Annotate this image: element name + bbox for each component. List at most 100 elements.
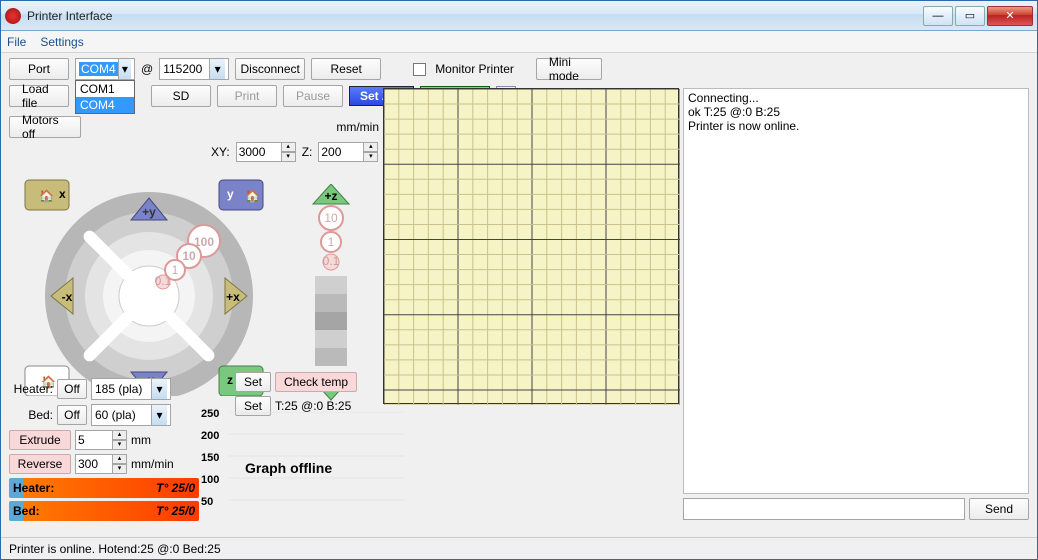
reverse-speed-input[interactable] bbox=[75, 454, 113, 474]
svg-text:-x: -x bbox=[62, 290, 73, 304]
svg-text:0.1: 0.1 bbox=[155, 274, 172, 288]
port-combo[interactable]: COM4 ▾ COM1 COM4 bbox=[75, 58, 135, 80]
bed-label: Bed: bbox=[9, 408, 53, 422]
svg-text:🏠: 🏠 bbox=[245, 189, 260, 203]
bed-temp-bar: Bed: T° 25/0 bbox=[9, 501, 199, 521]
home-y-button[interactable]: y🏠 bbox=[219, 180, 263, 210]
reset-button[interactable]: Reset bbox=[311, 58, 381, 80]
send-button[interactable]: Send bbox=[969, 498, 1029, 520]
minimize-button[interactable]: — bbox=[923, 6, 953, 26]
pause-button[interactable]: Pause bbox=[283, 85, 343, 107]
port-option[interactable]: COM1 bbox=[76, 81, 134, 97]
spin-up-icon[interactable]: ▴ bbox=[113, 430, 127, 440]
console-line: Connecting... bbox=[688, 91, 1024, 105]
svg-text:y: y bbox=[227, 187, 234, 201]
svg-text:+x: +x bbox=[226, 290, 240, 304]
port-value: COM4 bbox=[79, 62, 118, 76]
y-tick: 200 bbox=[201, 430, 219, 442]
print-button[interactable]: Print bbox=[217, 85, 277, 107]
svg-text:+z: +z bbox=[324, 189, 337, 203]
heater-label: Heater: bbox=[9, 382, 53, 396]
heater-off-button[interactable]: Off bbox=[57, 379, 87, 399]
svg-text:10: 10 bbox=[182, 249, 196, 263]
svg-text:🏠: 🏠 bbox=[39, 189, 54, 203]
spin-down-icon[interactable]: ▾ bbox=[113, 440, 127, 450]
svg-text:+y: +y bbox=[142, 205, 156, 219]
spin-down-icon[interactable]: ▾ bbox=[282, 152, 296, 162]
graph-offline-label: Graph offline bbox=[245, 460, 332, 476]
spin-up-icon[interactable]: ▴ bbox=[364, 142, 378, 152]
svg-text:1: 1 bbox=[172, 263, 179, 277]
mm-min-label: mm/min bbox=[336, 120, 379, 134]
chevron-down-icon[interactable]: ▾ bbox=[118, 59, 131, 79]
status-text: Printer is online. Hotend:25 @:0 Bed:25 bbox=[9, 542, 221, 556]
z-jog-column: +z 10 1 0.1 -z bbox=[309, 184, 353, 404]
monitor-label: Monitor Printer bbox=[435, 62, 514, 76]
home-x-button[interactable]: 🏠x bbox=[25, 180, 69, 210]
check-temp-button[interactable]: Check temp bbox=[275, 372, 357, 392]
spin-down-icon[interactable]: ▾ bbox=[113, 464, 127, 474]
console-output: Connecting... ok T:25 @:0 B:25 Printer i… bbox=[683, 88, 1029, 494]
heater-set-button[interactable]: Set bbox=[235, 372, 271, 392]
toolbar-row1: Port COM4 ▾ COM1 COM4 @ 115200 ▾ Disconn… bbox=[1, 53, 1037, 85]
temp-status: T:25 @:0 B:25 bbox=[275, 399, 351, 413]
jog-wheel: +y -y +x -x 100 10 1 0.1 🏠x y🏠 z🏠 🏠 bbox=[9, 166, 289, 396]
spin-up-icon[interactable]: ▴ bbox=[282, 142, 296, 152]
svg-text:0.1: 0.1 bbox=[323, 254, 340, 268]
bed-preset-combo[interactable]: 60 (pla)▾ bbox=[91, 404, 171, 426]
extrude-button[interactable]: Extrude bbox=[9, 430, 71, 450]
reverse-button[interactable]: Reverse bbox=[9, 454, 71, 474]
z-speed-spin[interactable]: ▴▾ bbox=[318, 142, 378, 162]
y-tick: 150 bbox=[201, 452, 219, 464]
mm-label: mm bbox=[131, 433, 151, 447]
svg-text:10: 10 bbox=[324, 211, 338, 225]
close-button[interactable]: ✕ bbox=[987, 6, 1033, 26]
y-tick: 100 bbox=[201, 474, 219, 486]
menu-bar: File Settings bbox=[1, 31, 1037, 53]
console-line: Printer is now online. bbox=[688, 119, 1024, 133]
spin-up-icon[interactable]: ▴ bbox=[113, 454, 127, 464]
disconnect-button[interactable]: Disconnect bbox=[235, 58, 305, 80]
menu-settings[interactable]: Settings bbox=[40, 35, 83, 49]
extrude-amount-input[interactable] bbox=[75, 430, 113, 450]
load-file-button[interactable]: Load file bbox=[9, 85, 69, 107]
y-tick: 250 bbox=[201, 408, 219, 420]
heater-temp-bar: Heater: T° 25/0 bbox=[9, 478, 199, 498]
xy-label: XY: bbox=[211, 145, 230, 159]
port-dropdown: COM1 COM4 bbox=[75, 80, 135, 114]
mm-min-label: mm/min bbox=[131, 457, 174, 471]
mini-mode-button[interactable]: Mini mode bbox=[536, 58, 602, 80]
chevron-down-icon[interactable]: ▾ bbox=[209, 59, 225, 79]
chevron-down-icon[interactable]: ▾ bbox=[151, 405, 167, 425]
baud-at: @ bbox=[141, 62, 153, 76]
build-plate-view[interactable] bbox=[383, 88, 679, 404]
svg-text:x: x bbox=[59, 187, 66, 201]
temp-graph: 250 200 150 100 50 Graph offline bbox=[201, 412, 376, 522]
jog-plus-z[interactable]: +z bbox=[313, 184, 349, 204]
menu-file[interactable]: File bbox=[7, 35, 26, 49]
svg-text:1: 1 bbox=[328, 235, 335, 249]
app-icon bbox=[5, 8, 21, 24]
z-speed-input[interactable] bbox=[318, 142, 364, 162]
baud-combo[interactable]: 115200 ▾ bbox=[159, 58, 229, 80]
sd-button[interactable]: SD bbox=[151, 85, 211, 107]
status-bar: Printer is online. Hotend:25 @:0 Bed:25 bbox=[1, 537, 1037, 559]
spin-down-icon[interactable]: ▾ bbox=[364, 152, 378, 162]
maximize-button[interactable]: ▭ bbox=[955, 6, 985, 26]
monitor-checkbox[interactable] bbox=[413, 63, 426, 76]
port-option[interactable]: COM4 bbox=[76, 97, 134, 113]
port-button[interactable]: Port bbox=[9, 58, 69, 80]
heater-preset-combo[interactable]: 185 (pla)▾ bbox=[91, 378, 171, 400]
chevron-down-icon[interactable]: ▾ bbox=[151, 379, 167, 399]
xy-speed-spin[interactable]: ▴▾ bbox=[236, 142, 296, 162]
window-title: Printer Interface bbox=[27, 9, 923, 23]
title-bar: Printer Interface — ▭ ✕ bbox=[1, 1, 1037, 31]
bed-off-button[interactable]: Off bbox=[57, 405, 87, 425]
motors-off-button[interactable]: Motors off bbox=[9, 116, 81, 138]
command-input[interactable] bbox=[683, 498, 965, 520]
baud-value: 115200 bbox=[163, 62, 202, 76]
console-line: ok T:25 @:0 B:25 bbox=[688, 105, 1024, 119]
xy-speed-input[interactable] bbox=[236, 142, 282, 162]
z-label: Z: bbox=[302, 145, 313, 159]
y-tick: 50 bbox=[201, 496, 213, 508]
